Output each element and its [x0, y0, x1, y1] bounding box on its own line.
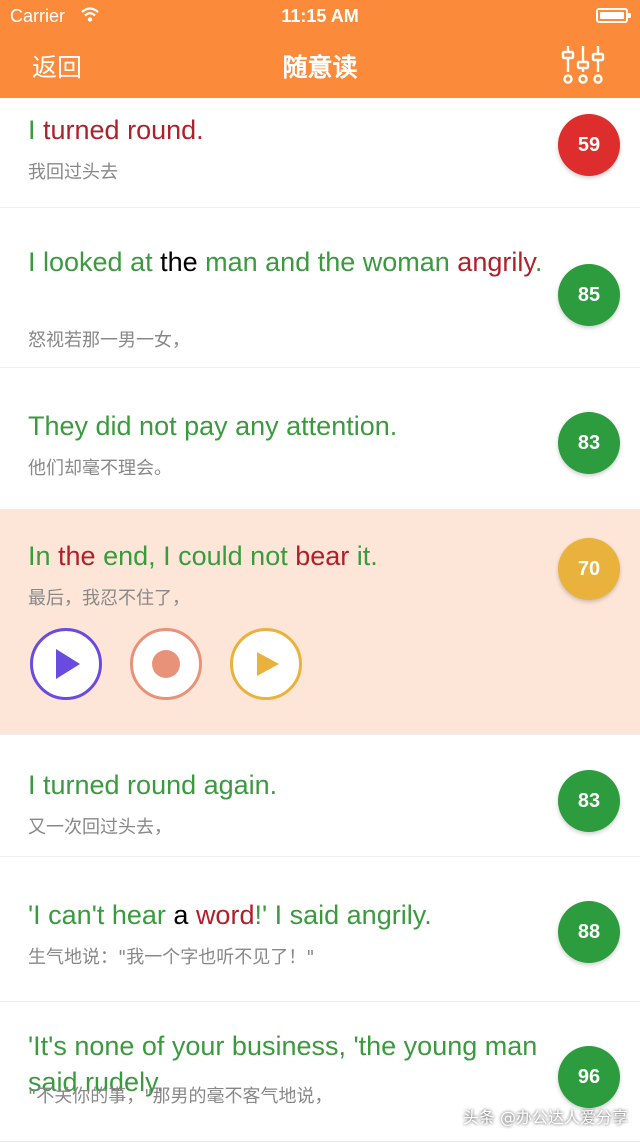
sentence-row[interactable]: 'I can't hear a word!' I said angrily. 生气…	[0, 857, 640, 1002]
settings-sliders-icon[interactable]	[560, 42, 606, 93]
sentence-text: In the end, I could not bear it.	[28, 538, 548, 574]
sentence-word: end, I could not	[95, 541, 296, 571]
sentence-word: I	[28, 115, 44, 145]
sentence-text: I turned round again.	[28, 767, 548, 803]
nav-bar: 返回 随意读	[0, 32, 640, 98]
sentence-row[interactable]: They did not pay any attention. 他们却毫不理会。 8…	[0, 368, 640, 510]
sentence-translation: 生气地说："我一个字也听不见了！"	[28, 947, 315, 968]
sentence-word: I turned round again.	[28, 770, 278, 800]
sentence-row[interactable]: I looked at the man and the woman angril…	[0, 208, 640, 368]
sentence-word: .	[196, 115, 204, 145]
sentence-word: angrily	[457, 247, 535, 277]
play-button[interactable]	[30, 628, 102, 700]
page-title: 随意读	[282, 53, 358, 82]
score-badge: 85	[558, 264, 620, 326]
sentence-row[interactable]: In the end, I could not bear it. 最后，我忍不住了…	[0, 510, 640, 735]
sentence-text: 'I can't hear a word!' I said angrily.	[28, 897, 548, 933]
sentence-text: They did not pay any attention.	[28, 408, 548, 444]
sentence-word: it.	[349, 541, 378, 571]
play-icon	[56, 649, 80, 679]
sentence-translation: 最后，我忍不住了，	[28, 588, 190, 609]
sentence-word: In	[28, 541, 59, 571]
watermark: 头条 @办公达人爱分享	[462, 1108, 628, 1127]
sentence-text: I looked at the man and the woman angril…	[28, 244, 548, 280]
sentence-word: the	[58, 541, 96, 571]
sentence-word: a	[173, 900, 189, 930]
status-time: 11:15 AM	[281, 6, 359, 26]
record-icon	[152, 650, 180, 678]
score-badge: 70	[558, 538, 620, 600]
sentence-translation: 怒视若那一男一女，	[28, 330, 190, 351]
playback-icon	[257, 652, 279, 676]
score-badge: 83	[558, 770, 620, 832]
sentence-translation: 他们却毫不理会。	[28, 458, 172, 479]
sentence-translation: 我回过头去	[28, 162, 118, 183]
sentence-translation: "不关你的事，"那男的毫不客气地说，	[28, 1086, 333, 1107]
sentence-word: I looked at	[28, 247, 161, 277]
sentence-word	[188, 900, 196, 930]
score-badge: 96	[558, 1046, 620, 1108]
sentence-row[interactable]: I turned round. 我回过头去 59	[0, 98, 640, 208]
sentence-translation: 又一次回过头去，	[28, 817, 172, 838]
sentence-word: turned round	[43, 115, 197, 145]
battery-icon	[596, 8, 631, 23]
sentence-word: man and the woman	[197, 247, 458, 277]
sentence-word: .	[534, 247, 543, 277]
sentence-word: word	[195, 900, 255, 930]
playback-button[interactable]	[230, 628, 302, 700]
sentence-word: the	[160, 247, 198, 277]
sentence-row[interactable]: I turned round again. 又一次回过头去， 83	[0, 735, 640, 857]
sentence-word: !' I said angrily.	[254, 900, 432, 930]
sentence-word: They did not pay any attention.	[28, 411, 398, 441]
status-bar: Carrier 11:15 AM	[0, 0, 640, 32]
sentence-word: 'I can't hear	[28, 900, 174, 930]
sentence-word: bear	[295, 541, 350, 571]
score-badge: 83	[558, 412, 620, 474]
sentence-text: I turned round.	[28, 112, 548, 148]
score-badge: 59	[558, 114, 620, 176]
score-badge: 88	[558, 901, 620, 963]
record-button[interactable]	[130, 628, 202, 700]
